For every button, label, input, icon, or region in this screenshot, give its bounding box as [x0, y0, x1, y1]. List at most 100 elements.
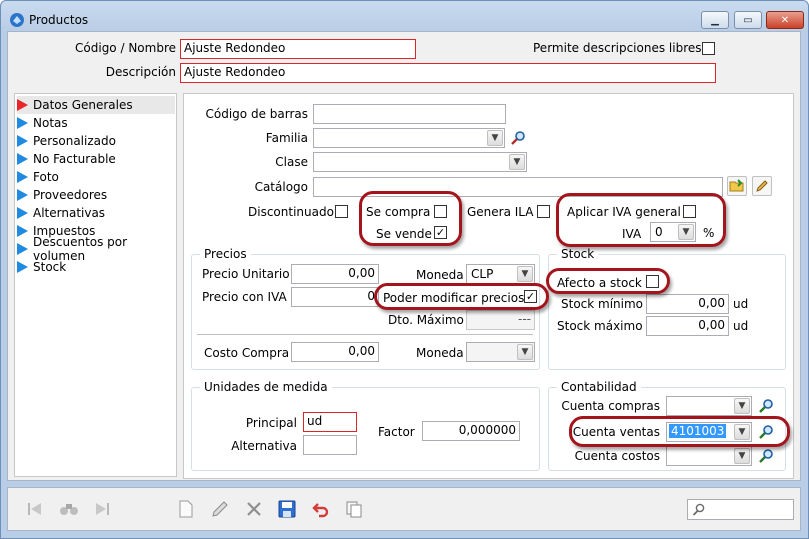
chevron-down-icon: ▼	[678, 224, 694, 240]
principal-label: Principal	[245, 416, 297, 430]
genera-ila-checkbox[interactable]	[537, 205, 550, 218]
find-button[interactable]	[56, 496, 82, 522]
discontinuado-checkbox[interactable]	[335, 205, 348, 218]
chevron-down-icon: ▼	[734, 424, 750, 440]
codigo-input[interactable]: Ajuste Redondeo	[180, 39, 416, 59]
cuenta-costos-search-button[interactable]	[756, 446, 776, 466]
iva-select[interactable]: 0 ▼	[650, 222, 696, 242]
sidebar: Datos Generales Notas Personalizado No F…	[14, 93, 177, 477]
familia-select[interactable]: ▼	[313, 128, 505, 148]
clase-select[interactable]: ▼	[313, 152, 527, 172]
principal-input[interactable]: ud	[303, 412, 357, 432]
dto-label: Dto. Máximo	[388, 313, 464, 327]
afecto-label: Afecto a stock	[557, 276, 642, 290]
maximize-icon: ▭	[743, 14, 753, 26]
catalogo-input[interactable]	[313, 177, 723, 197]
catalogo-folder-button[interactable]	[727, 176, 747, 196]
arrow-icon	[17, 243, 28, 255]
delete-button[interactable]	[241, 496, 267, 522]
moneda2-select[interactable]: ▼	[466, 342, 535, 362]
clase-label: Clase	[275, 155, 308, 169]
precio-unitario-label: Precio Unitario	[202, 267, 290, 281]
cuenta-costos-select[interactable]: ▼	[666, 446, 752, 466]
descripcion-label: Descripción	[105, 65, 176, 79]
dto-input[interactable]: ---	[466, 310, 535, 330]
window-title: Productos	[29, 13, 89, 27]
iva-unit: %	[703, 226, 715, 240]
cuenta-ventas-search-button[interactable]	[756, 422, 776, 442]
sidebar-item-label: Personalizado	[33, 134, 116, 148]
iva-value: 0	[655, 225, 663, 239]
familia-search-button[interactable]	[508, 128, 528, 148]
sidebar-item-personalizado[interactable]: Personalizado	[17, 132, 116, 150]
iva-label: IVA	[622, 227, 642, 241]
arrow-icon	[17, 189, 28, 201]
first-record-button[interactable]	[22, 496, 48, 522]
cuenta-compras-select[interactable]: ▼	[666, 396, 752, 416]
stock-minimo-unit: ud	[733, 297, 749, 311]
sidebar-item-label: No Facturable	[33, 152, 116, 166]
sidebar-item-proveedores[interactable]: Proveedores	[17, 186, 107, 204]
close-icon: ✕	[780, 14, 790, 26]
aplicar-iva-checkbox[interactable]	[683, 205, 696, 218]
stock-title: Stock	[557, 247, 599, 261]
precio-unitario-input[interactable]: 0,00	[291, 264, 379, 284]
se-compra-checkbox[interactable]	[434, 205, 447, 218]
barras-input[interactable]	[313, 104, 506, 124]
se-compra-label: Se compra	[366, 205, 431, 219]
alternativa-label: Alternativa	[231, 439, 297, 453]
se-vende-checkbox[interactable]: ✓	[434, 226, 447, 239]
save-icon	[278, 500, 296, 518]
arrow-icon	[17, 207, 28, 219]
new-button[interactable]	[173, 496, 199, 522]
descripcion-input[interactable]: Ajuste Redondeo	[180, 63, 716, 83]
search-icon	[511, 131, 525, 145]
cuenta-ventas-select[interactable]: 4101003 ▼	[666, 422, 752, 442]
precios-divider	[197, 334, 533, 335]
chevron-down-icon: ▼	[517, 266, 533, 282]
moneda-label: Moneda	[416, 268, 464, 282]
afecto-checkbox[interactable]	[646, 275, 659, 288]
alternativa-input[interactable]	[303, 435, 357, 455]
search-icon	[759, 449, 773, 463]
sidebar-item-alternativas[interactable]: Alternativas	[17, 204, 105, 222]
contabilidad-title: Contabilidad	[557, 380, 641, 394]
close-button[interactable]: ✕	[766, 11, 804, 29]
cuenta-compras-search-button[interactable]	[756, 396, 776, 416]
sidebar-item-datos-generales[interactable]: Datos Generales	[17, 96, 175, 114]
bottom-toolbar	[7, 487, 801, 531]
catalogo-edit-button[interactable]	[752, 176, 772, 196]
discontinuado-label: Discontinuado	[248, 205, 334, 219]
sidebar-item-no-facturable[interactable]: No Facturable	[17, 150, 116, 168]
moneda-select[interactable]: CLP ▼	[466, 264, 535, 284]
undo-button[interactable]	[308, 496, 334, 522]
unidades-title: Unidades de medida	[200, 380, 332, 394]
new-icon	[179, 500, 193, 518]
factor-input[interactable]: 0,000000	[422, 421, 520, 441]
maximize-button[interactable]: ▭	[734, 11, 762, 29]
arrow-icon	[17, 99, 28, 111]
aplicar-iva-label: Aplicar IVA general	[567, 205, 681, 219]
sidebar-item-notas[interactable]: Notas	[17, 114, 68, 132]
copy-icon	[346, 501, 362, 518]
folder-icon	[729, 179, 744, 192]
copy-button[interactable]	[341, 496, 367, 522]
stock-maximo-label: Stock máximo	[557, 319, 643, 333]
minimize-button[interactable]: ▁	[701, 11, 729, 29]
binoculars-icon	[60, 504, 78, 515]
precio-con-iva-input[interactable]: 0	[291, 287, 379, 307]
save-button[interactable]	[274, 496, 300, 522]
search-input[interactable]	[687, 499, 794, 520]
costo-input[interactable]: 0,00	[291, 342, 379, 362]
edit-button[interactable]	[207, 496, 233, 522]
poder-checkbox[interactable]: ✓	[524, 290, 537, 303]
sidebar-item-foto[interactable]: Foto	[17, 168, 59, 186]
arrow-icon	[17, 117, 28, 129]
sidebar-item-descuentos[interactable]: Descuentos por volumen	[17, 235, 176, 263]
last-record-button[interactable]	[89, 496, 115, 522]
sidebar-item-stock[interactable]: Stock	[17, 258, 66, 276]
stock-maximo-input[interactable]: 0,00	[646, 316, 729, 336]
delete-icon	[247, 502, 261, 516]
libres-checkbox[interactable]	[702, 42, 715, 55]
stock-minimo-input[interactable]: 0,00	[646, 294, 729, 314]
